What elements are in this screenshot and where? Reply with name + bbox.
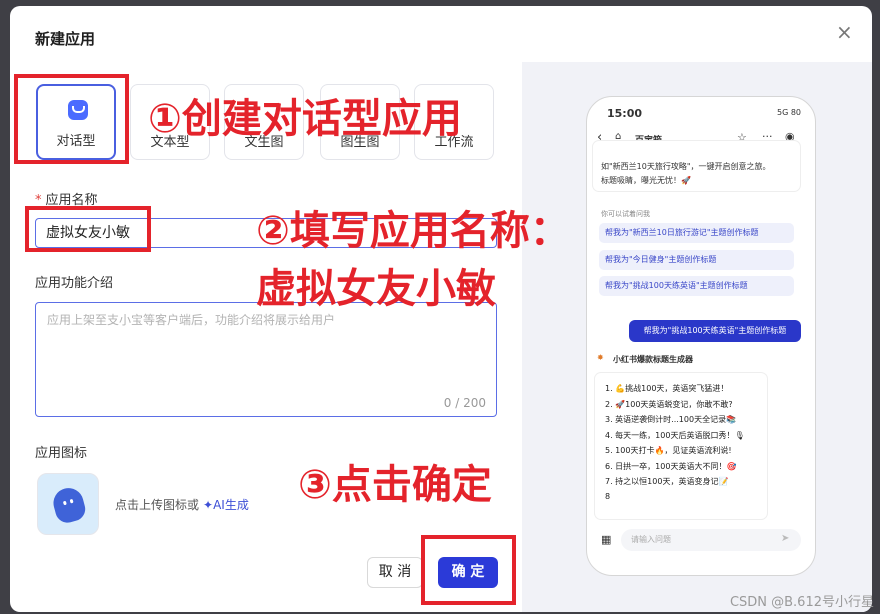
char-counter: 0 / 200 bbox=[443, 396, 486, 410]
suggestion-item[interactable]: 帮我为"今日健身"主题创作标题 bbox=[599, 250, 794, 270]
desc-label: 应用功能介绍 bbox=[35, 276, 114, 291]
highlight-box-confirm bbox=[421, 535, 516, 605]
highlight-box-name bbox=[25, 206, 151, 252]
toolbox-icon[interactable]: ▦ bbox=[601, 533, 611, 546]
intro-bubble: 如"新西兰10天旅行攻略"，一键开启创意之旅。 标题吸睛，曝光无忧！🚀 bbox=[593, 141, 800, 191]
suggestion-item[interactable]: 帮我为"新西兰10日旅行游记"主题创作标题 bbox=[599, 223, 794, 243]
bot-answer: 1. 💪挑战100天，英语突飞猛进！ 2. 🚀100天英语蜕变记，你敢不敢? 3… bbox=[595, 373, 767, 519]
ai-generate-link[interactable]: ✦AI生成 bbox=[203, 498, 249, 512]
status-time: 15:00 bbox=[607, 107, 643, 120]
bot-name: 小红书爆款标题生成器 bbox=[613, 355, 693, 364]
suggestion-item[interactable]: 帮我为"挑战100天练英语"主题创作标题 bbox=[599, 276, 794, 296]
upload-hint: 点击上传图标或 ✦AI生成 bbox=[115, 498, 249, 512]
phone-preview: 15:00 5G 80 ‹ ⌂ 百宝箱 ☆ ··· ◉ 如"新西兰10天旅行攻略… bbox=[586, 96, 816, 576]
suggest-title: 你可以试着问我 bbox=[601, 210, 650, 218]
annotation-step2-line2: 虚拟女友小敏 bbox=[256, 266, 496, 312]
annotation-step3: ③点击确定 bbox=[298, 462, 492, 508]
close-icon[interactable]: × bbox=[836, 22, 853, 42]
user-message: 帮我为"挑战100天练英语"主题创作标题 bbox=[629, 320, 801, 342]
annotation-step1: ①创建对话型应用 bbox=[148, 96, 462, 142]
sparkle-icon: ✸ bbox=[597, 353, 604, 362]
phone-chat-input[interactable]: 请输入问题 bbox=[621, 529, 801, 551]
watermark: CSDN @B.612号小行星 bbox=[729, 595, 874, 610]
status-signal: 5G 80 bbox=[776, 108, 801, 117]
mascot-icon bbox=[50, 484, 88, 526]
app-description-textarea[interactable]: 应用上架至支小宝等客户端后，功能介绍将展示给用户 0 / 200 bbox=[35, 302, 497, 417]
dialog-title: 新建应用 bbox=[35, 30, 96, 48]
app-icon-upload[interactable] bbox=[37, 473, 99, 535]
cancel-button[interactable]: 取 消 bbox=[367, 557, 423, 588]
highlight-box-type bbox=[14, 74, 129, 164]
send-icon[interactable]: ➤ bbox=[781, 533, 789, 544]
icon-label: 应用图标 bbox=[35, 446, 88, 461]
annotation-step2-line1: ②填写应用名称： bbox=[256, 208, 570, 254]
